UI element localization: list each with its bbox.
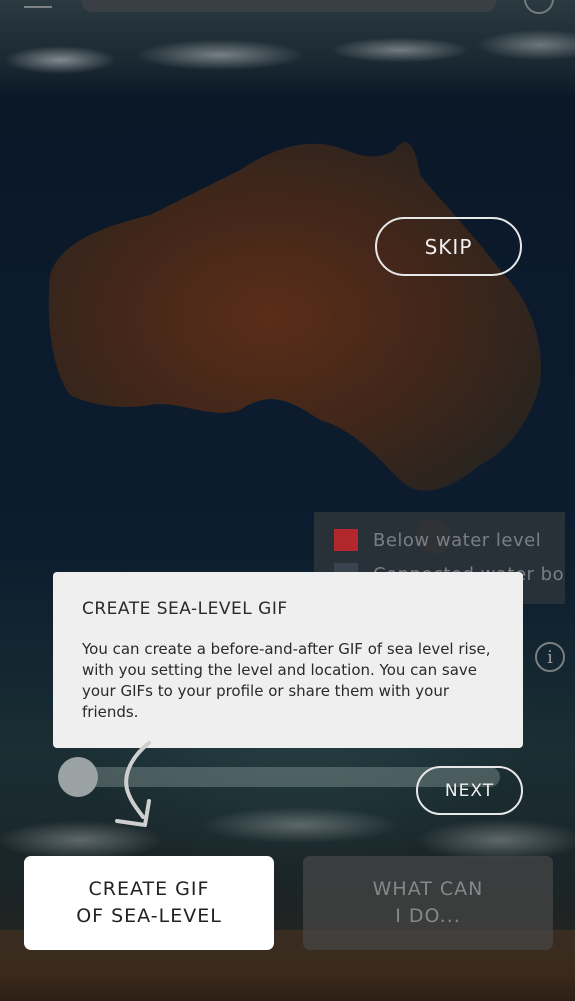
what-can-i-do-button[interactable]: WHAT CAN I DO... <box>303 856 553 950</box>
australia-map <box>48 142 541 555</box>
next-button[interactable]: NEXT <box>416 766 523 815</box>
info-icon[interactable]: i <box>535 642 565 672</box>
sea-level-slider-thumb[interactable] <box>58 757 98 797</box>
curved-down-arrow-icon <box>115 741 151 827</box>
legend-item-below-water: Below water level <box>334 529 541 551</box>
create-gif-button[interactable]: CREATE GIF OF SEA-LEVEL <box>24 856 274 950</box>
tip-body: You can create a before-and-after GIF of… <box>82 640 491 721</box>
onboarding-tip-card: CREATE SEA-LEVEL GIF You can create a be… <box>53 572 523 748</box>
mainland-landmass <box>48 142 541 491</box>
skip-button[interactable]: SKIP <box>375 217 522 276</box>
legend-swatch-red <box>334 529 358 551</box>
legend-label: Below water level <box>373 529 542 551</box>
tip-title: CREATE SEA-LEVEL GIF <box>82 599 288 619</box>
